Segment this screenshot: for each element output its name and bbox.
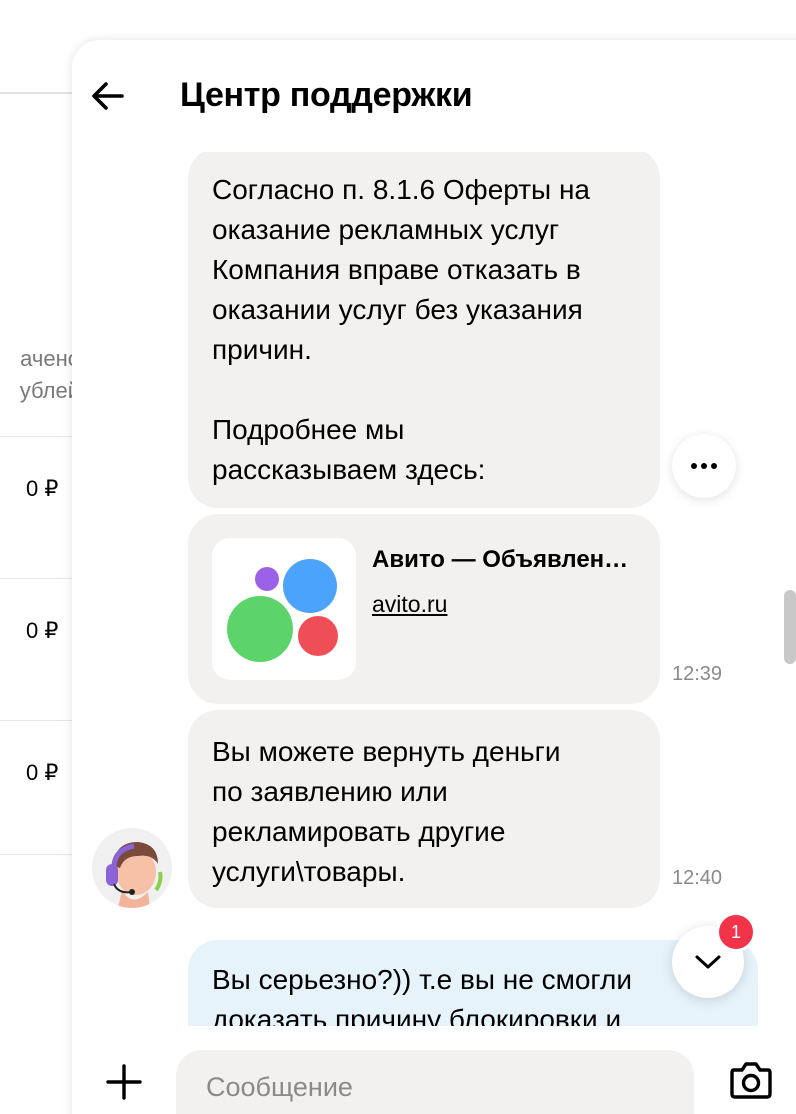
background-row-divider — [0, 578, 72, 579]
message-text: Вы можете вернуть деньги по заявлению ил… — [212, 736, 561, 887]
chat-header: Центр поддержки — [72, 40, 796, 152]
background-row-divider — [0, 854, 72, 855]
message-composer — [72, 1026, 796, 1114]
scrollbar[interactable] — [784, 590, 796, 664]
more-dots-icon — [691, 463, 717, 469]
message-bubble: Согласно п. 8.1.6 Оферты на оказание рек… — [188, 148, 660, 508]
background-amount: 0 ₽ — [26, 760, 59, 785]
avito-logo-icon — [212, 538, 356, 680]
background-amount: 0 ₽ — [26, 476, 59, 501]
support-avatar-icon — [92, 828, 172, 908]
page-title: Центр поддержки — [180, 76, 473, 114]
message-time: 12:39 — [672, 663, 723, 685]
background-divider — [0, 92, 72, 94]
background-row-divider — [0, 436, 72, 437]
link-title[interactable]: Авито — Объявления на сайте Авито — [372, 540, 642, 580]
message-text: Вы серьезно?)) т.е вы не смогли доказать… — [212, 964, 632, 1026]
plus-icon[interactable] — [104, 1062, 144, 1102]
message-input[interactable] — [176, 1050, 694, 1114]
link-preview-bubble[interactable]: Авито — Объявления на сайте Авито avito.… — [188, 514, 722, 704]
message-time: 12:40 — [672, 867, 723, 889]
back-arrow-icon[interactable] — [90, 78, 126, 114]
background-column-header-2: ублей — [19, 378, 80, 403]
background-amount: 0 ₽ — [26, 618, 59, 643]
background-row-divider — [0, 720, 72, 721]
link-url[interactable]: avito.ru — [372, 584, 447, 624]
support-chat-panel: Центр поддержки Согласно п. 8.1.6 Оферты… — [72, 40, 796, 1114]
message-feed[interactable]: Согласно п. 8.1.6 Оферты на оказание рек… — [72, 40, 796, 1026]
camera-icon[interactable] — [728, 1056, 774, 1102]
chevron-down-icon — [695, 955, 721, 969]
message-text: Согласно п. 8.1.6 Оферты на оказание рек… — [212, 174, 590, 485]
message-bubble: Вы можете вернуть деньги по заявлению ил… — [188, 710, 722, 908]
background-page: ачено ублей 0 ₽ 0 ₽ 0 ₽ — [0, 0, 80, 1114]
more-options-button[interactable] — [672, 434, 736, 498]
unread-badge: 1 — [716, 912, 756, 952]
